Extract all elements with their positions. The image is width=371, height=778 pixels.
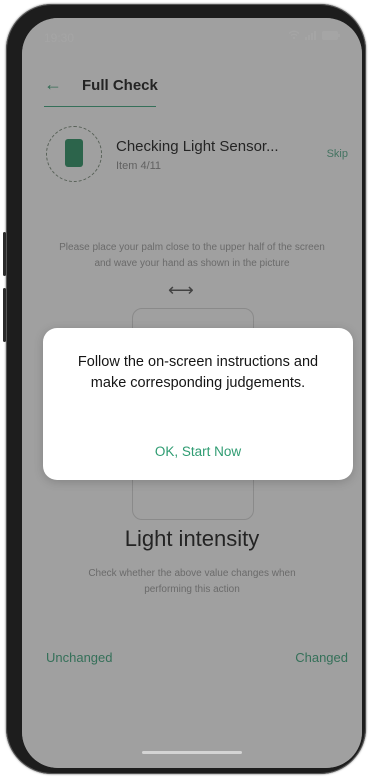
home-indicator[interactable] bbox=[142, 751, 242, 754]
power-button bbox=[3, 288, 6, 342]
volume-button bbox=[3, 232, 6, 276]
screen: 19:30 ← Full Check Checking Light Sensor… bbox=[22, 18, 362, 768]
ok-start-button[interactable]: OK, Start Now bbox=[43, 444, 353, 459]
phone-frame: 19:30 ← Full Check Checking Light Sensor… bbox=[3, 4, 366, 774]
instruction-dialog: Follow the on-screen instructions and ma… bbox=[43, 328, 353, 480]
dialog-message: Follow the on-screen instructions and ma… bbox=[77, 354, 319, 391]
